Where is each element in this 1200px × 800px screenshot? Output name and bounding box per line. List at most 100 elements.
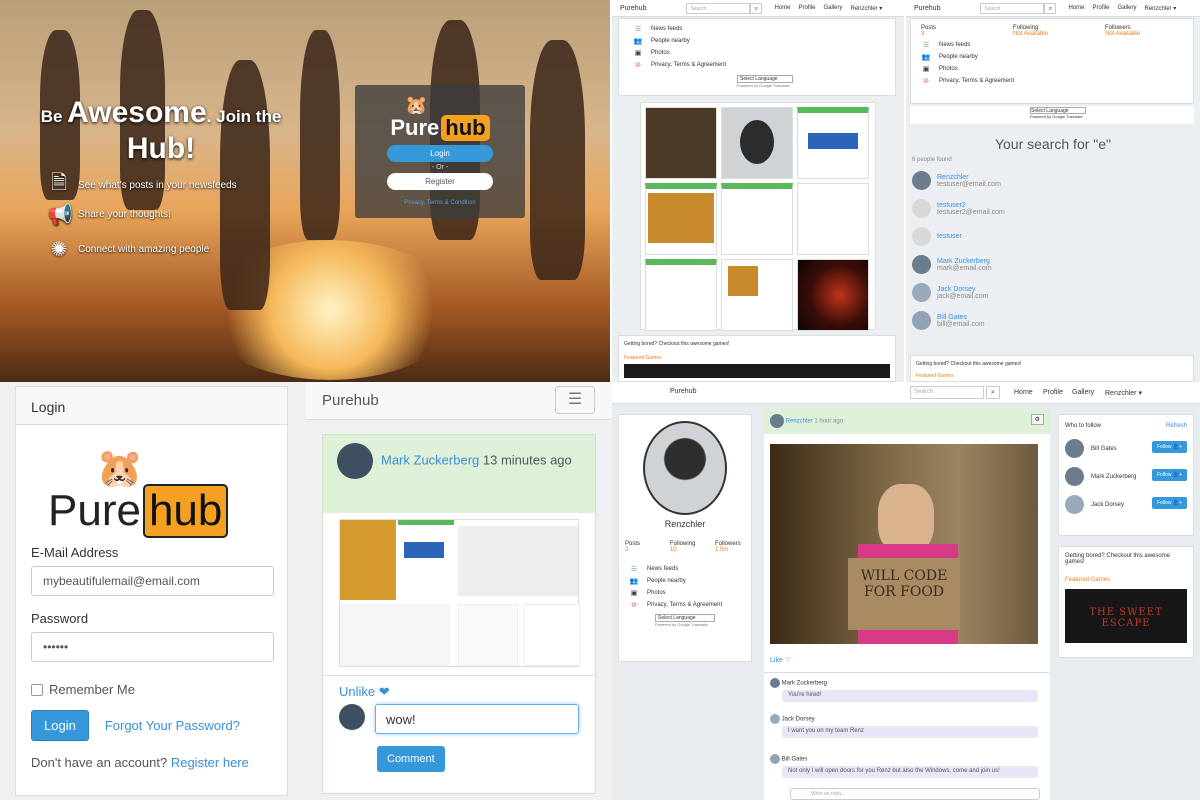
avatar xyxy=(912,255,931,274)
post-author[interactable]: Mark Zuckerberg xyxy=(381,452,479,467)
search-input[interactable]: Search xyxy=(686,2,751,14)
menu-privacy[interactable]: ⊘ Privacy, Terms & Agreement xyxy=(629,599,751,611)
settings-icon[interactable]: ⚙ xyxy=(1030,414,1044,425)
gallery-thumb[interactable] xyxy=(645,107,717,179)
comment-input[interactable]: wow! xyxy=(375,704,579,734)
feature-newsfeed: 🗎 See what's posts in your newsfeeds xyxy=(48,168,237,202)
nav-gallery[interactable]: Gallery xyxy=(1118,5,1137,11)
suggestion-row: Bill Gates Follow 👤+ xyxy=(1065,439,1187,467)
refresh-link[interactable]: Refresh xyxy=(1166,423,1187,429)
hero-login-button[interactable]: Login xyxy=(387,145,493,162)
register-link[interactable]: Register here xyxy=(171,755,249,770)
profile-avatar[interactable] xyxy=(643,421,727,515)
featured-games-link[interactable]: Featured Games xyxy=(916,373,1188,379)
search-icon[interactable]: ⌕ xyxy=(750,2,763,14)
password-field[interactable]: •••••• xyxy=(31,632,274,662)
gallery-thumb[interactable] xyxy=(721,259,793,331)
gallery-thumb[interactable] xyxy=(721,183,793,255)
gallery-thumb[interactable] xyxy=(645,259,717,331)
search-icon[interactable]: ⌕ xyxy=(986,386,1000,399)
featured-games-link[interactable]: Featured Games xyxy=(1065,577,1187,583)
list-item[interactable]: Mark Zuckerberg mark@email.com xyxy=(912,255,1200,274)
menu-privacy[interactable]: ⊘ Privacy, Terms & Agreement xyxy=(921,75,1183,87)
menu-newsfeeds[interactable]: ☰ News feeds xyxy=(633,23,881,35)
remember-checkbox[interactable] xyxy=(31,683,43,696)
avatar[interactable] xyxy=(337,443,373,479)
unlike-button[interactable]: Unlike ❤ xyxy=(339,684,390,699)
landing-hero: Be Awesome. Join the Hub! 🗎 See what's po… xyxy=(0,0,610,382)
gallery-thumb[interactable] xyxy=(645,183,717,255)
post-image[interactable] xyxy=(339,519,580,667)
search-input[interactable]: Search xyxy=(980,2,1045,14)
nav-gallery[interactable]: Gallery xyxy=(824,5,843,11)
follow-button[interactable]: Follow 👤+ xyxy=(1152,469,1187,481)
menu-people[interactable]: 👥 People nearby xyxy=(633,35,881,47)
menu-photos[interactable]: ▣ Photos xyxy=(921,63,1183,75)
nav-gallery[interactable]: Gallery xyxy=(1072,389,1094,396)
gallery-thumb[interactable] xyxy=(721,107,793,179)
menu-people[interactable]: 👥 People nearby xyxy=(629,575,751,587)
avatar[interactable] xyxy=(770,414,784,428)
post-photo[interactable]: WILL CODE FOR FOOD xyxy=(770,444,1038,644)
nav-home[interactable]: Home xyxy=(774,5,790,11)
nav-profile[interactable]: Profile xyxy=(1043,389,1063,396)
menu-people[interactable]: 👥 People nearby xyxy=(921,51,1183,63)
ban-icon: ⊘ xyxy=(635,62,641,69)
privacy-link[interactable]: Privacy, Terms & Condition xyxy=(355,200,525,206)
follow-button[interactable]: Follow 👤+ xyxy=(1152,441,1187,453)
menu-photos[interactable]: ▣ Photos xyxy=(629,587,751,599)
search-results-panel: Purehub Search ⌕ Home Profile Gallery Re… xyxy=(906,0,1200,382)
follow-button[interactable]: Follow 👤+ xyxy=(1152,497,1187,509)
nav-profile[interactable]: Profile xyxy=(798,5,815,11)
nav-user-menu[interactable]: Renzchler ▾ xyxy=(1105,389,1142,397)
menu-newsfeeds[interactable]: ☰ News feeds xyxy=(921,39,1183,51)
gallery-thumb[interactable] xyxy=(797,183,869,255)
brand[interactable]: Purehub xyxy=(620,5,646,12)
post-author[interactable]: Renzchler xyxy=(786,419,813,425)
navbar: Purehub Search ⌕ Home Profile Gallery Re… xyxy=(612,382,1200,404)
hamburger-menu-icon[interactable]: ☰ xyxy=(555,386,595,414)
menu-photos[interactable]: ▣ Photos xyxy=(633,47,881,59)
list-item[interactable]: testuser xyxy=(912,227,1200,246)
search-input[interactable]: Search xyxy=(910,386,984,399)
login-card: Login 🐹 Pure hub E-Mail Address mybeautif… xyxy=(15,386,288,796)
like-button[interactable]: Like ♡ xyxy=(770,656,791,664)
list-item[interactable]: Renzchler testuser@email.com xyxy=(912,171,1200,190)
reply-input[interactable]: Write an reply... xyxy=(790,788,1040,800)
who-to-follow-title: Who to follow xyxy=(1065,423,1102,429)
gallery-thumb[interactable] xyxy=(797,259,869,331)
gallery-thumb[interactable] xyxy=(797,107,869,179)
hero-register-button[interactable]: Register xyxy=(387,173,493,190)
brand[interactable]: Purehub xyxy=(914,5,940,12)
navbar: Purehub Search ⌕ Home Profile Gallery Re… xyxy=(906,0,1200,17)
language-select[interactable]: Select Language xyxy=(737,75,793,83)
nav-user-menu[interactable]: Renzchler ▾ xyxy=(851,5,883,12)
forgot-password-link[interactable]: Forgot Your Password? xyxy=(105,718,240,733)
game-banner[interactable] xyxy=(624,364,890,378)
suggestion-row: Jack Dorsey Follow 👤+ xyxy=(1065,495,1187,523)
menu-privacy[interactable]: ⊘ Privacy, Terms & Agreement xyxy=(633,59,881,71)
nav-user-menu[interactable]: Renzchler ▾ xyxy=(1145,5,1177,12)
list-item[interactable]: Jack Dorsey jack@email.com xyxy=(912,283,1200,302)
brand[interactable]: Purehub xyxy=(670,388,696,395)
who-to-follow: Who to follow Refresh Bill Gates Follow 👤+… xyxy=(1058,414,1194,536)
mobile-feed-panel: Purehub ☰ Mark Zuckerberg 13 minutes ago… xyxy=(306,382,612,800)
game-banner[interactable]: THE SWEET ESCAPE xyxy=(1065,589,1187,643)
nav-home[interactable]: Home xyxy=(1014,389,1033,396)
heart-icon: ❤ xyxy=(378,684,390,699)
profile-stats: Posts 3 Following 10 Followers 1.5m xyxy=(625,541,741,553)
comment-button[interactable]: Comment xyxy=(377,746,445,772)
menu-newsfeeds[interactable]: ☰ News feeds xyxy=(629,563,751,575)
list-item[interactable]: testuser2 testuser2@email.com xyxy=(912,199,1200,218)
brand[interactable]: Purehub xyxy=(322,392,379,409)
list-item[interactable]: Bill Gates bill@email.com xyxy=(912,311,1200,330)
add-user-icon: 👤+ xyxy=(1172,472,1182,478)
featured-games-link[interactable]: Featured Games xyxy=(624,355,890,361)
email-field[interactable]: mybeautifulemail@email.com xyxy=(31,566,274,596)
nav-home[interactable]: Home xyxy=(1068,5,1084,11)
language-select[interactable]: Select Language xyxy=(1030,107,1086,114)
language-select[interactable]: Select Language xyxy=(655,614,715,622)
search-icon[interactable]: ⌕ xyxy=(1044,2,1057,14)
nav-profile[interactable]: Profile xyxy=(1092,5,1109,11)
login-button[interactable]: Login xyxy=(31,710,89,741)
